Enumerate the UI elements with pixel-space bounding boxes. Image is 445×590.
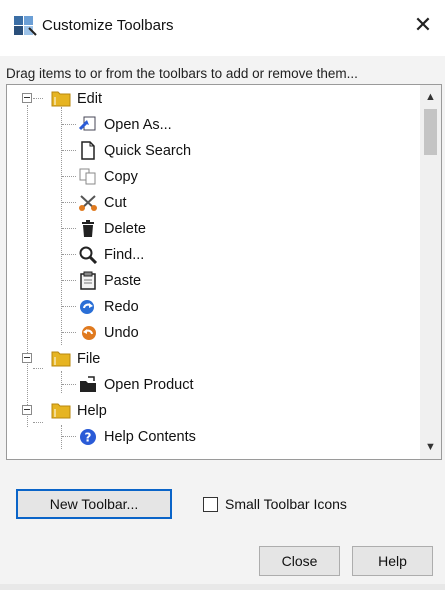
tree-item-label: Undo — [104, 325, 139, 341]
redo-icon — [78, 297, 98, 316]
instructions-text: Drag items to or from the toolbars to ad… — [6, 66, 358, 81]
folder-icon — [51, 349, 71, 367]
tree-item-label: Find... — [104, 247, 145, 263]
tree-item-cut[interactable]: Cut — [7, 190, 419, 216]
copy-icon — [78, 167, 98, 186]
tree-item-paste[interactable]: Paste — [7, 268, 419, 294]
toolbar-items-tree-panel: Edit Open As... Quick Search Copy Cut De… — [6, 84, 442, 460]
tree-group-label: Help — [77, 403, 107, 419]
undo-icon — [78, 323, 98, 342]
tree-item-label: Redo — [104, 299, 139, 315]
trash-icon — [78, 219, 98, 238]
tree-item-label: Help Contents — [104, 429, 196, 445]
tree-item-label: Copy — [104, 169, 138, 185]
clipboard-icon — [78, 271, 98, 290]
tree-item-find[interactable]: Find... — [7, 242, 419, 268]
tree-item-label: Cut — [104, 195, 127, 211]
tree-item-help-contents[interactable]: ? Help Contents — [7, 424, 419, 450]
tree-item-label: Paste — [104, 273, 142, 289]
window-title: Customize Toolbars — [42, 17, 174, 34]
tree-item-label: Quick Search — [104, 143, 192, 159]
tree-item-redo[interactable]: Redo — [7, 294, 419, 320]
collapse-toggle-icon[interactable] — [22, 405, 32, 415]
folder-icon — [51, 89, 71, 107]
scroll-up-arrow-icon[interactable]: ▲ — [420, 87, 441, 107]
tree-item-open-product[interactable]: Open Product — [7, 372, 419, 398]
title-bar: Customize Toolbars ✕ — [0, 0, 445, 56]
small-toolbar-icons-label: Small Toolbar Icons — [225, 496, 347, 512]
open-product-icon — [78, 375, 98, 394]
tree-item-delete[interactable]: Delete — [7, 216, 419, 242]
tree-group-edit[interactable]: Edit — [7, 86, 419, 112]
tree-item-label: Delete — [104, 221, 146, 237]
collapse-toggle-icon[interactable] — [22, 93, 32, 103]
scrollbar-thumb[interactable] — [424, 109, 437, 155]
tree-item-label: Open Product — [104, 377, 194, 393]
new-toolbar-button[interactable]: New Toolbar... — [16, 489, 172, 519]
collapse-toggle-icon[interactable] — [22, 353, 32, 363]
magnifier-icon — [78, 245, 98, 265]
scissors-icon — [78, 193, 98, 212]
customize-toolbars-app-icon — [13, 14, 37, 38]
tree-group-label: File — [77, 351, 101, 367]
tree-group-file[interactable]: File — [7, 346, 419, 372]
close-button[interactable]: Close — [259, 546, 340, 576]
folder-icon — [51, 401, 71, 419]
tree-item-open-as[interactable]: Open As... — [7, 112, 419, 138]
tree-item-undo[interactable]: Undo — [7, 320, 419, 346]
scroll-down-arrow-icon[interactable]: ▼ — [420, 437, 441, 457]
open-as-icon — [78, 115, 98, 134]
toolbar-items-tree: Edit Open As... Quick Search Copy Cut De… — [7, 85, 419, 459]
help-icon: ? — [78, 427, 98, 446]
customize-toolbars-dialog: Customize Toolbars ✕ Drag items to or fr… — [0, 0, 445, 590]
close-window-button[interactable]: ✕ — [410, 12, 436, 38]
svg-text:?: ? — [85, 431, 92, 445]
tree-group-label: Edit — [77, 91, 102, 107]
tree-item-copy[interactable]: Copy — [7, 164, 419, 190]
tree-item-label: Open As... — [104, 117, 172, 133]
document-icon — [78, 141, 98, 160]
small-toolbar-icons-checkbox[interactable] — [203, 497, 218, 512]
tree-group-help[interactable]: Help — [7, 398, 419, 424]
dialog-bottom-edge — [0, 584, 445, 590]
help-button[interactable]: Help — [352, 546, 433, 576]
tree-vertical-scrollbar[interactable]: ▲ ▼ — [420, 85, 441, 459]
tree-item-quick-search[interactable]: Quick Search — [7, 138, 419, 164]
